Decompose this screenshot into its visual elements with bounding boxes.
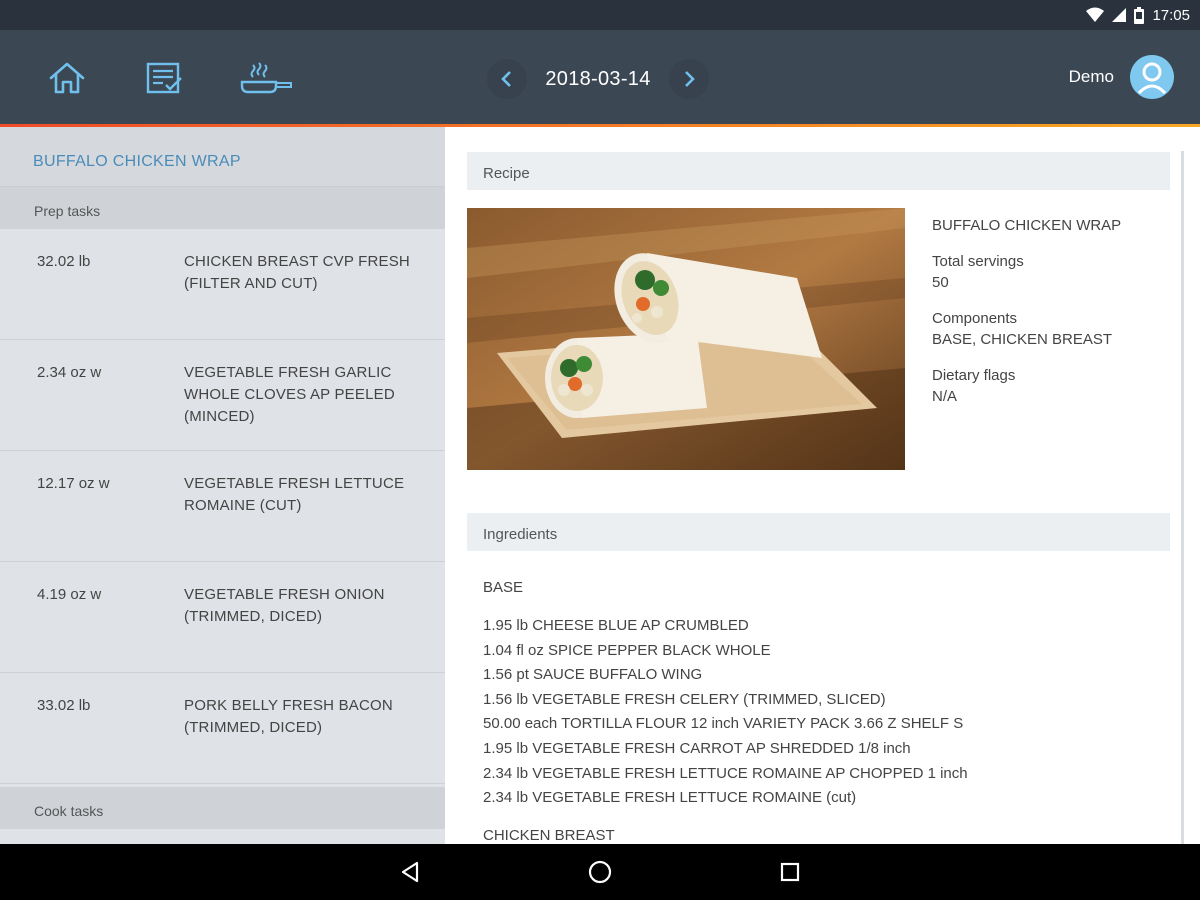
prep-task-row[interactable]: 4.19 oz w VEGETABLE FRESH ONION (TRIMMED…: [0, 562, 445, 673]
ingredients-section-header: Ingredients: [467, 513, 1170, 551]
user-menu[interactable]: Demo: [1069, 55, 1174, 99]
recipe-photo: [467, 208, 905, 470]
recipe-name: BUFFALO CHICKEN WRAP: [932, 217, 1122, 234]
user-avatar-icon: [1130, 55, 1174, 99]
home-circle-icon[interactable]: [580, 852, 620, 892]
app-bar: 2018-03-14 Demo: [0, 30, 1200, 124]
prep-task-row[interactable]: 32.02 lb CHICKEN BREAST CVP FRESH (FILTE…: [0, 229, 445, 340]
servings-value: 50: [932, 274, 949, 291]
prep-task-row[interactable]: 12.17 oz w VEGETABLE FRESH LETTUCE ROMAI…: [0, 451, 445, 562]
task-name: VEGETABLE FRESH GARLIC WHOLE CLOVES AP P…: [184, 364, 395, 425]
date-navigator: 2018-03-14: [487, 58, 709, 100]
dietary-flags-value: N/A: [932, 388, 958, 405]
signal-icon: [1112, 8, 1127, 22]
ingredient-group-title: CHICKEN BREAST: [483, 826, 615, 844]
task-panel: BUFFALO CHICKEN WRAP Prep tasks 32.02 lb…: [0, 127, 445, 844]
ingredient-line: 1.95 lb VEGETABLE FRESH CARROT AP SHREDD…: [483, 739, 911, 757]
battery-icon: [1134, 6, 1145, 24]
task-name: CHICKEN BREAST CVP FRESH (FILTER AND CUT…: [184, 253, 410, 292]
task-name: PORK BELLY FRESH BACON (TRIMMED, DICED): [184, 697, 393, 736]
home-icon[interactable]: [47, 58, 87, 98]
ingredient-line: 2.34 lb VEGETABLE FRESH LETTUCE ROMAINE …: [483, 789, 857, 807]
ingredient-line: 1.95 lb CHEESE BLUE AP CRUMBLED: [483, 617, 749, 634]
ingredient-line: 50.00 each TORTILLA FLOUR 12 inch VARIET…: [483, 715, 964, 733]
status-bar: 17:05: [0, 0, 1200, 30]
ingredient-line: 1.04 fl oz SPICE PEPPER BLACK WHOLE: [483, 641, 771, 659]
scrollbar[interactable]: [1181, 151, 1184, 844]
components-value: BASE, CHICKEN BREAST: [932, 331, 1113, 348]
task-quantity: 2.34 oz w: [37, 364, 102, 381]
user-name: Demo: [1068, 67, 1114, 86]
system-navigation-bar: [0, 844, 1200, 900]
next-date-button[interactable]: [669, 59, 709, 99]
wifi-icon: [1086, 7, 1105, 23]
cooking-pan-icon[interactable]: [238, 58, 294, 98]
selected-recipe-title[interactable]: BUFFALO CHICKEN WRAP: [0, 127, 445, 187]
task-quantity: 32.02 lb: [37, 253, 91, 270]
recipe-details: BUFFALO CHICKEN WRAP Total servings 50 C…: [932, 215, 1172, 422]
cook-tasks-header: Cook tasks: [0, 787, 445, 829]
chevron-left-icon: [501, 71, 511, 87]
ingredient-line: 1.56 pt SAUCE BUFFALO WING: [483, 666, 703, 684]
ingredients-list: BASE 1.95 lb CHEESE BLUE AP CRUMBLED 1.0…: [483, 579, 1163, 844]
checklist-icon[interactable]: [144, 58, 184, 98]
recents-icon[interactable]: [770, 852, 810, 892]
ingredient-group: BASE 1.95 lb CHEESE BLUE AP CRUMBLED 1.0…: [483, 579, 1163, 811]
prep-task-row[interactable]: 33.02 lb PORK BELLY FRESH BACON (TRIMMED…: [0, 673, 445, 784]
task-quantity: 12.17 oz w: [37, 475, 110, 492]
ingredient-line: 2.34 lb VEGETABLE FRESH LETTUCE ROMAINE …: [483, 764, 968, 782]
task-name: VEGETABLE FRESH ONION (TRIMMED, DICED): [184, 586, 385, 625]
dietary-flags-label: Dietary flags: [932, 367, 1016, 384]
recipe-section-header: Recipe: [467, 152, 1170, 190]
task-quantity: 4.19 oz w: [37, 586, 102, 603]
chevron-right-icon: [685, 71, 695, 87]
ingredient-group-title: BASE: [483, 579, 524, 596]
task-quantity: 33.02 lb: [37, 697, 91, 714]
previous-date-button[interactable]: [487, 59, 527, 99]
ingredient-line: 1.56 lb VEGETABLE FRESH CELERY (TRIMMED,…: [483, 690, 886, 708]
recipe-detail-panel: Recipe BUFFALO CHICKEN WRAP Total servin…: [445, 127, 1200, 844]
prep-tasks-header: Prep tasks: [0, 187, 445, 229]
back-icon[interactable]: [390, 852, 430, 892]
task-name: VEGETABLE FRESH LETTUCE ROMAINE (CUT): [184, 475, 405, 514]
servings-label: Total servings: [932, 253, 1024, 270]
current-date[interactable]: 2018-03-14: [527, 68, 669, 91]
status-time: 17:05: [1152, 6, 1190, 24]
ingredient-group: CHICKEN BREAST: [483, 827, 1163, 844]
prep-task-row[interactable]: 2.34 oz w VEGETABLE FRESH GARLIC WHOLE C…: [0, 340, 445, 451]
components-label: Components: [932, 310, 1018, 327]
